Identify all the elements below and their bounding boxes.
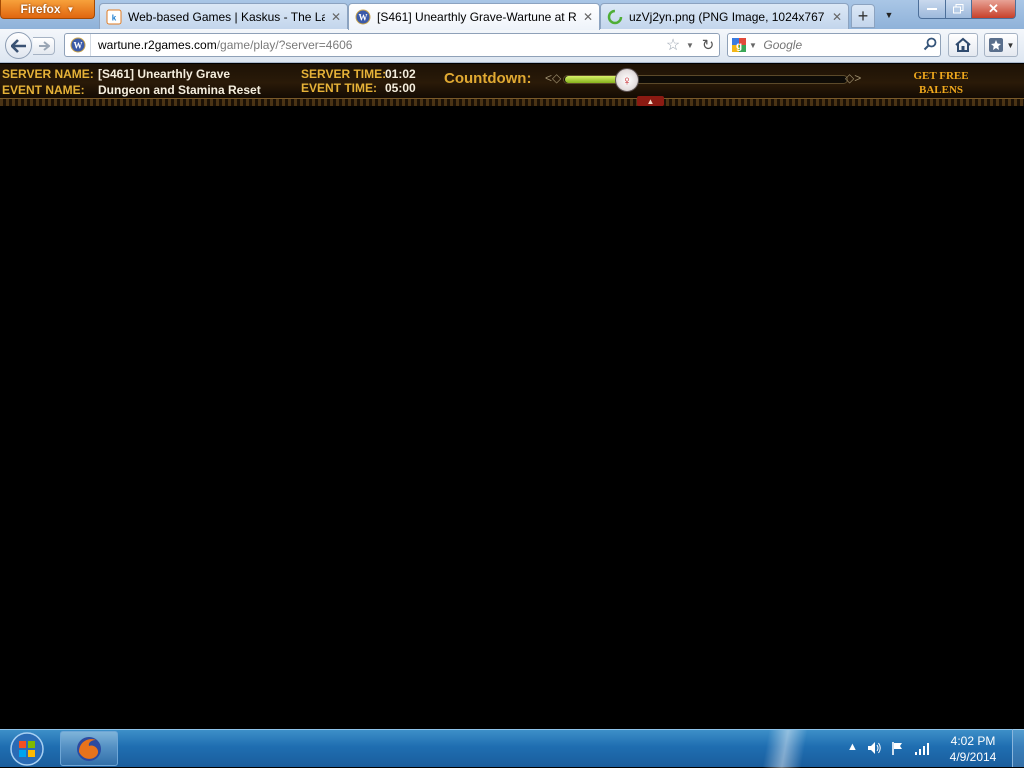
get-free-balens-link[interactable]: GET FREE BALENS <box>905 69 977 97</box>
firefox-menu-button[interactable]: Firefox ▼ <box>0 0 95 19</box>
tab-wartune[interactable]: W [S461] Unearthly Grave-Wartune at R2..… <box>348 3 600 30</box>
back-arrow-icon <box>10 38 26 53</box>
action-center-flag-icon[interactable] <box>890 740 906 756</box>
tab-title: uzVj2yn.png (PNG Image, 1024x767 pi... <box>629 9 826 24</box>
loading-spinner-icon <box>607 9 623 24</box>
close-icon[interactable]: ✕ <box>832 10 842 24</box>
kaskus-favicon-icon: k <box>106 9 122 24</box>
search-input[interactable] <box>757 38 921 52</box>
chevron-down-icon: ▼ <box>66 4 75 14</box>
tab-list-chevron-icon[interactable]: ▼ <box>880 6 898 24</box>
close-icon[interactable]: ✕ <box>331 10 341 24</box>
home-button[interactable] <box>948 33 978 57</box>
back-button[interactable] <box>5 32 32 59</box>
tab-kaskus[interactable]: k Web-based Games | Kaskus - The Lar... … <box>99 3 348 29</box>
clock-time: 4:02 PM <box>950 734 996 748</box>
event-time-value: 05:00 <box>385 81 416 95</box>
windows-logo-icon <box>10 732 44 766</box>
chevron-down-icon: ▼ <box>749 40 757 50</box>
game-canvas[interactable] <box>0 106 1024 729</box>
bookmark-star-icon[interactable]: ☆ <box>663 35 683 55</box>
show-desktop-button[interactable] <box>1012 729 1024 767</box>
site-identity-icon[interactable]: W <box>65 34 91 56</box>
bookmarks-menu-button[interactable]: ▼ <box>984 33 1018 57</box>
forward-arrow-icon <box>38 41 50 51</box>
svg-text:k: k <box>112 13 117 22</box>
new-tab-button[interactable]: + <box>851 4 875 28</box>
close-icon: ✕ <box>988 1 999 16</box>
firefox-icon <box>77 736 101 761</box>
firefox-menu-label: Firefox <box>20 2 61 16</box>
url-text[interactable]: wartune.r2games.com/game/play/?server=46… <box>91 38 663 52</box>
url-bar[interactable]: W wartune.r2games.com/game/play/?server=… <box>64 33 720 57</box>
svg-text:W: W <box>359 13 368 23</box>
bookmarks-star-icon <box>988 38 1003 52</box>
collapse-bar-button[interactable]: ▲ <box>637 96 664 106</box>
ornamental-border <box>0 98 1024 106</box>
show-hidden-icons-icon[interactable]: ▲ <box>847 741 858 753</box>
url-path: /game/play/?server=4606 <box>216 38 353 52</box>
forward-button[interactable] <box>33 37 55 55</box>
navigation-toolbar: W wartune.r2games.com/game/play/?server=… <box>0 29 1024 63</box>
countdown-progress-bar: <◇ ◇> ♀ <box>545 68 870 92</box>
search-engine-selector[interactable]: g ▼ <box>728 37 757 53</box>
slider-left-ornament-icon: <◇ <box>545 71 562 85</box>
balens-line-1: GET FREE <box>913 70 969 82</box>
server-time-label: SERVER TIME: <box>301 67 387 81</box>
server-name-value: [S461] Unearthly Grave <box>98 67 231 81</box>
magnifier-icon <box>923 37 937 50</box>
balens-line-2: BALENS <box>918 84 964 96</box>
search-icon[interactable] <box>920 37 940 54</box>
home-icon <box>955 37 971 52</box>
event-time-label: EVENT TIME: <box>301 81 378 95</box>
event-name-value: Dungeon and Stamina Reset <box>98 83 261 97</box>
network-signal-icon[interactable] <box>914 740 932 756</box>
tab-title: Web-based Games | Kaskus - The Lar... <box>128 9 325 24</box>
start-button[interactable] <box>6 732 48 766</box>
restore-icon <box>953 4 964 14</box>
tab-image[interactable]: uzVj2yn.png (PNG Image, 1024x767 pi... ✕ <box>600 3 849 29</box>
taskbar-firefox-button[interactable] <box>60 731 118 766</box>
reload-icon[interactable]: ↻ <box>697 36 719 54</box>
minimize-icon <box>927 8 937 10</box>
google-icon: g <box>732 38 746 52</box>
url-host: wartune.r2games.com <box>98 38 217 52</box>
wartune-favicon-icon: W <box>355 9 371 25</box>
history-dropdown-icon[interactable]: ▼ <box>683 41 697 50</box>
server-name-label: SERVER NAME: <box>2 67 94 81</box>
wartune-favicon-icon: W <box>70 37 85 53</box>
volume-icon[interactable] <box>866 740 882 756</box>
countdown-label: Countdown: <box>444 70 532 87</box>
window-minimize-button[interactable] <box>918 0 946 19</box>
server-time-value: 01:02 <box>385 67 416 81</box>
slider-right-ornament-icon: ◇> <box>845 71 862 85</box>
svg-text:g: g <box>736 41 742 52</box>
event-name-label: EVENT NAME: <box>2 83 85 97</box>
chevron-down-icon: ▼ <box>1006 40 1015 50</box>
system-clock[interactable]: 4:02 PM 4/9/2014 <box>938 733 1008 765</box>
close-icon[interactable]: ✕ <box>583 10 593 24</box>
tab-title: [S461] Unearthly Grave-Wartune at R2... <box>377 10 577 24</box>
search-bar[interactable]: g ▼ <box>727 33 941 57</box>
clock-date: 4/9/2014 <box>949 750 997 764</box>
svg-text:W: W <box>73 41 82 51</box>
window-restore-button[interactable] <box>945 0 972 19</box>
window-close-button[interactable]: ✕ <box>971 0 1016 19</box>
progress-marker-icon: ♀ <box>615 68 639 92</box>
